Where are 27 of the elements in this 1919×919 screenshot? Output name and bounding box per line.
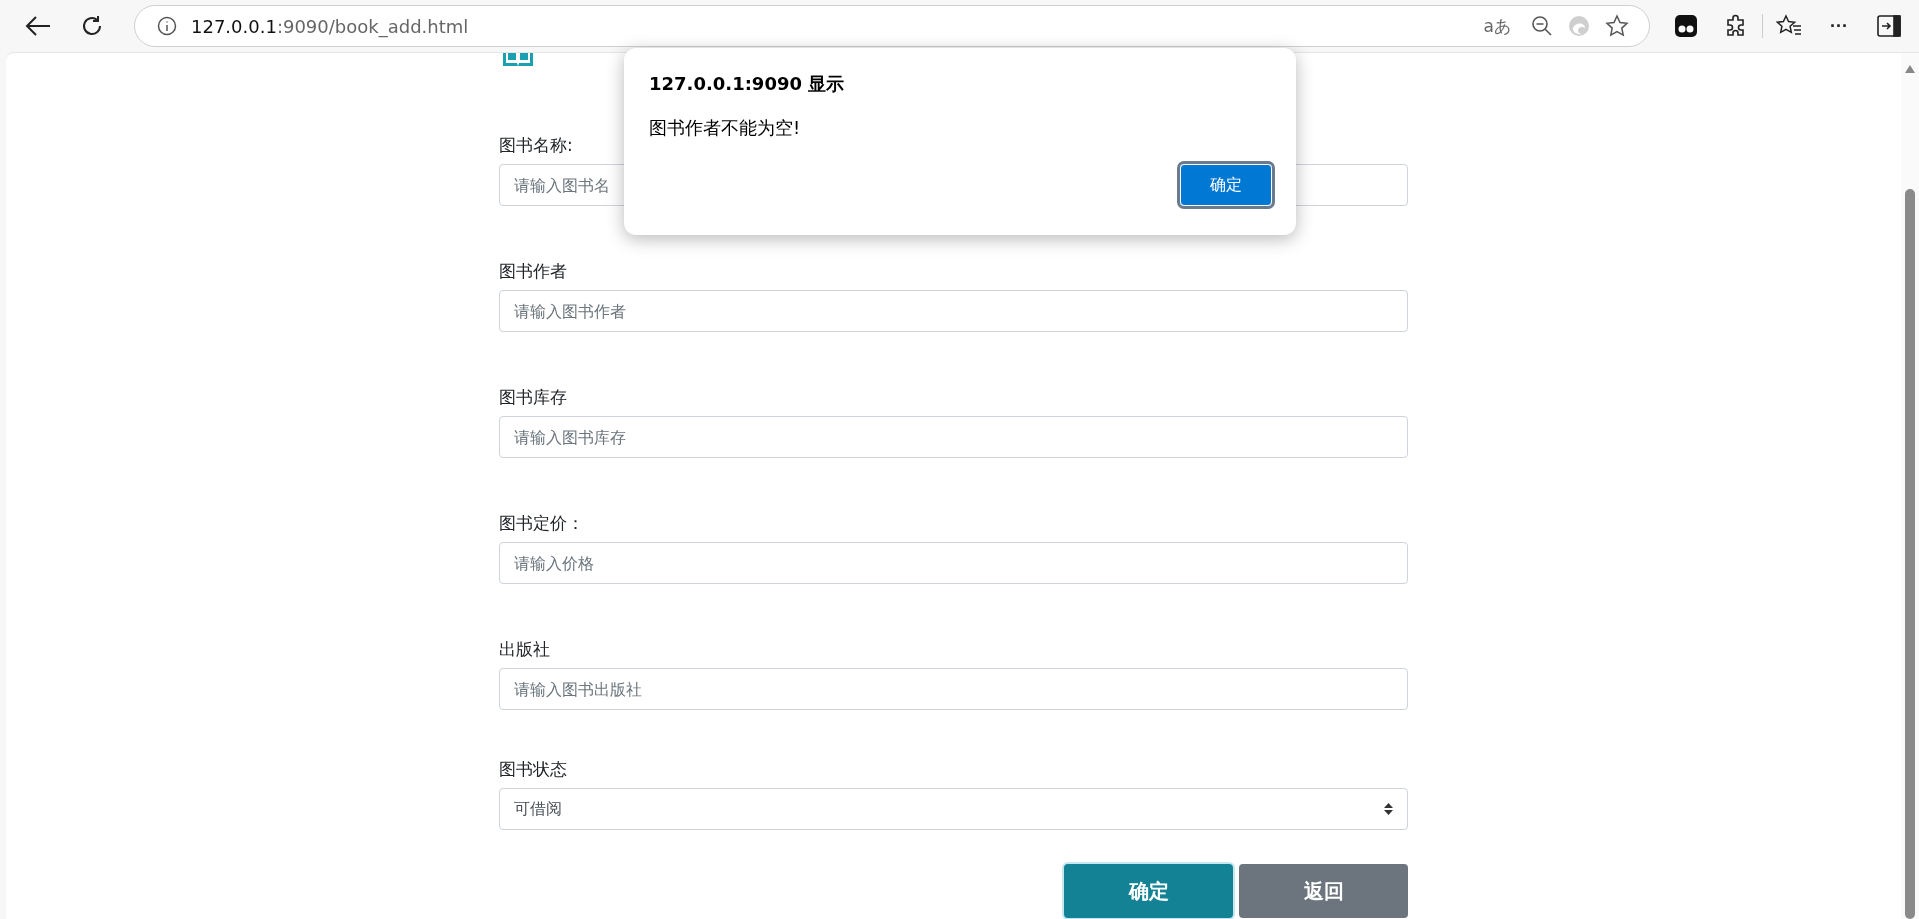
field-label: 出版社 <box>499 640 551 658</box>
dialog-message: 图书作者不能为空! <box>649 116 802 140</box>
field-label: 图书库存 <box>499 388 568 406</box>
url-text: 127.0.0.1:9090/book_add.html <box>191 15 470 37</box>
book-icon <box>503 53 533 66</box>
back-button[interactable]: 返回 <box>1239 864 1408 918</box>
info-icon[interactable] <box>157 16 177 36</box>
field-label: 图书名称: <box>499 136 574 154</box>
address-bar[interactable]: 127.0.0.1:9090/book_add.html aあ <box>134 5 1650 47</box>
input-field[interactable]: 请输入图书作者 <box>499 290 1408 332</box>
input-field[interactable]: 请输入图书库存 <box>499 416 1408 458</box>
dialog-title: 127.0.0.1:9090 显示 <box>649 72 846 96</box>
input-field[interactable]: 请输入价格 <box>499 542 1408 584</box>
read-aloud-button[interactable]: aあ <box>1477 14 1517 38</box>
star-icon[interactable] <box>1605 14 1629 38</box>
field-label: 图书状态 <box>499 760 568 778</box>
sort-arrows-icon <box>1384 803 1393 815</box>
zoom-out-icon[interactable] <box>1531 15 1553 37</box>
field-label: 图书作者 <box>499 262 568 280</box>
scrollbar[interactable] <box>1901 53 1919 919</box>
scroll-up-icon[interactable] <box>1905 65 1915 73</box>
more-button[interactable]: ··· <box>1819 6 1859 46</box>
ok-button[interactable]: 确定 <box>1180 164 1272 206</box>
input-field[interactable]: 请输入图书出版社 <box>499 668 1408 710</box>
field-label: 图书定价： <box>499 514 585 532</box>
confirm-button[interactable]: 确定 <box>1064 864 1233 918</box>
select-field[interactable]: 可借阅 <box>499 788 1408 830</box>
